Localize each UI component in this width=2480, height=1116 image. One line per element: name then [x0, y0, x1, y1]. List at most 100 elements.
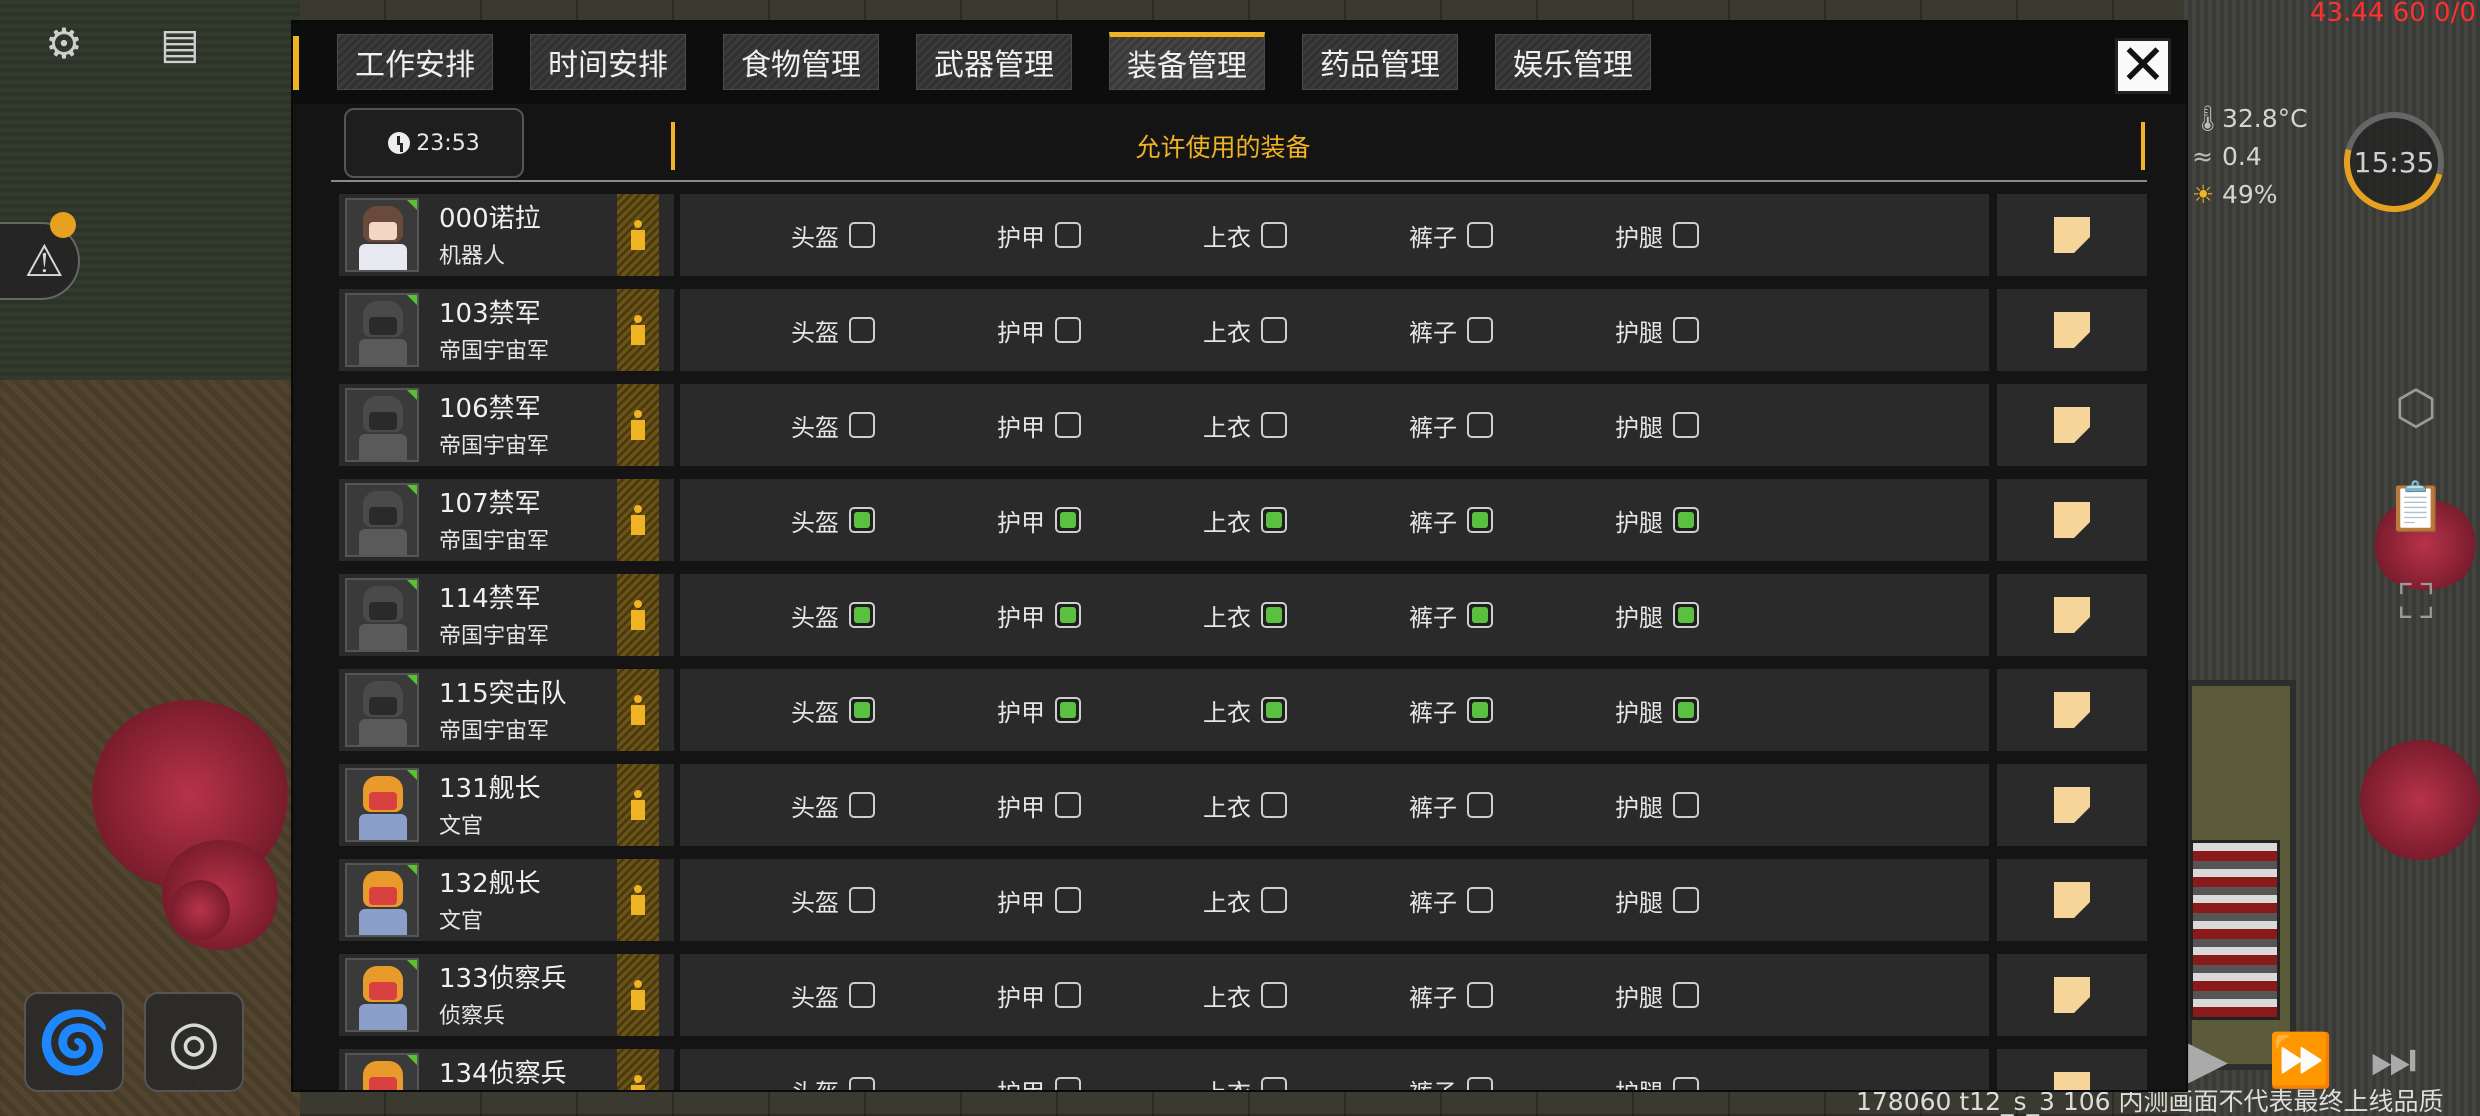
assign-person-button[interactable] — [617, 764, 659, 846]
assign-person-button[interactable] — [617, 289, 659, 371]
gear-checkbox[interactable] — [1055, 982, 1081, 1008]
colonist-avatar[interactable] — [345, 388, 419, 462]
note-button[interactable] — [1997, 954, 2147, 1036]
gear-checkbox[interactable] — [1055, 317, 1081, 343]
assign-person-button[interactable] — [617, 574, 659, 656]
colonist-info[interactable]: 133侦察兵 侦察兵 — [339, 954, 674, 1036]
close-button[interactable]: ✕ — [2115, 38, 2171, 94]
day-clock[interactable]: 15:35 — [2325, 93, 2463, 231]
colonist-avatar[interactable] — [345, 578, 419, 652]
gear-checkbox[interactable] — [1467, 412, 1493, 438]
colonist-avatar[interactable] — [345, 293, 419, 367]
gear-checkbox[interactable] — [1055, 887, 1081, 913]
colonist-avatar[interactable] — [345, 958, 419, 1032]
gear-checkbox[interactable] — [849, 1077, 875, 1090]
assign-person-button[interactable] — [617, 954, 659, 1036]
tab-food[interactable]: 食物管理 — [723, 34, 879, 90]
gear-checkbox[interactable] — [1261, 697, 1287, 723]
gear-checkbox[interactable] — [1055, 697, 1081, 723]
assign-person-button[interactable] — [617, 669, 659, 751]
gear-checkbox[interactable] — [1055, 602, 1081, 628]
gear-checkbox[interactable] — [1261, 412, 1287, 438]
gear-checkbox[interactable] — [849, 887, 875, 913]
orbit-icon[interactable]: ◎ — [144, 992, 244, 1092]
note-button[interactable] — [1997, 194, 2147, 276]
cube-icon[interactable]: ⬡ — [2388, 380, 2444, 436]
gear-checkbox[interactable] — [1055, 222, 1081, 248]
gear-checkbox[interactable] — [849, 507, 875, 533]
note-button[interactable] — [1997, 1049, 2147, 1090]
colonist-info[interactable]: 134侦察兵 — [339, 1049, 674, 1090]
note-button[interactable] — [1997, 289, 2147, 371]
gear-checkbox[interactable] — [1673, 602, 1699, 628]
chat-icon[interactable]: ▤ — [150, 18, 210, 68]
gear-checkbox[interactable] — [1055, 507, 1081, 533]
gear-checkbox[interactable] — [849, 602, 875, 628]
gear-checkbox[interactable] — [1467, 887, 1493, 913]
note-button[interactable] — [1997, 764, 2147, 846]
settings-gear-icon[interactable]: ⚙ — [34, 18, 94, 68]
gear-checkbox[interactable] — [1261, 507, 1287, 533]
scan-icon[interactable]: ⛶ — [2388, 574, 2444, 630]
gear-checkbox[interactable] — [1673, 222, 1699, 248]
tab-weapons[interactable]: 武器管理 — [916, 34, 1072, 90]
clipboard-icon[interactable]: 📋 — [2386, 478, 2446, 535]
colonist-info[interactable]: 115突击队 帝国宇宙军 — [339, 669, 674, 751]
assign-person-button[interactable] — [617, 384, 659, 466]
gear-checkbox[interactable] — [1261, 1077, 1287, 1090]
gear-checkbox[interactable] — [1055, 412, 1081, 438]
gear-checkbox[interactable] — [849, 697, 875, 723]
colonist-info[interactable]: 107禁军 帝国宇宙军 — [339, 479, 674, 561]
colonist-avatar[interactable] — [345, 198, 419, 272]
gear-checkbox[interactable] — [1673, 792, 1699, 818]
colonist-avatar[interactable] — [345, 1053, 419, 1090]
colonist-info[interactable]: 132舰长 文官 — [339, 859, 674, 941]
gear-checkbox[interactable] — [849, 792, 875, 818]
gear-checkbox[interactable] — [1261, 887, 1287, 913]
gear-checkbox[interactable] — [1467, 507, 1493, 533]
warning-button[interactable]: ⚠ — [0, 212, 80, 300]
assign-person-button[interactable] — [617, 194, 659, 276]
gear-checkbox[interactable] — [1261, 222, 1287, 248]
tab-equipment[interactable]: 装备管理 — [1109, 32, 1265, 90]
assign-person-button[interactable] — [617, 1049, 659, 1090]
colonist-avatar[interactable] — [345, 673, 419, 747]
gear-checkbox[interactable] — [1673, 507, 1699, 533]
gear-checkbox[interactable] — [1673, 887, 1699, 913]
colonist-info[interactable]: 114禁军 帝国宇宙军 — [339, 574, 674, 656]
note-button[interactable] — [1997, 669, 2147, 751]
gear-checkbox[interactable] — [1055, 792, 1081, 818]
gear-checkbox[interactable] — [1261, 317, 1287, 343]
note-button[interactable] — [1997, 859, 2147, 941]
gear-checkbox[interactable] — [1467, 222, 1493, 248]
colonist-avatar[interactable] — [345, 768, 419, 842]
colonist-avatar[interactable] — [345, 863, 419, 937]
tab-schedule[interactable]: 时间安排 — [530, 34, 686, 90]
gear-checkbox[interactable] — [1673, 1077, 1699, 1090]
gear-checkbox[interactable] — [849, 317, 875, 343]
assign-person-button[interactable] — [617, 479, 659, 561]
tab-recreation[interactable]: 娱乐管理 — [1495, 34, 1651, 90]
note-button[interactable] — [1997, 574, 2147, 656]
gear-checkbox[interactable] — [1673, 982, 1699, 1008]
gear-checkbox[interactable] — [1261, 792, 1287, 818]
gear-checkbox[interactable] — [1673, 317, 1699, 343]
colonist-avatar[interactable] — [345, 483, 419, 557]
gear-checkbox[interactable] — [1467, 317, 1493, 343]
assign-person-button[interactable] — [617, 859, 659, 941]
gear-checkbox[interactable] — [1467, 697, 1493, 723]
gear-checkbox[interactable] — [1055, 1077, 1081, 1090]
gear-checkbox[interactable] — [1673, 697, 1699, 723]
gear-checkbox[interactable] — [849, 412, 875, 438]
colonist-info[interactable]: 103禁军 帝国宇宙军 — [339, 289, 674, 371]
gear-checkbox[interactable] — [1467, 602, 1493, 628]
time-chip[interactable]: 23:53 — [344, 108, 524, 178]
gear-checkbox[interactable] — [1467, 982, 1493, 1008]
colonist-info[interactable]: 106禁军 帝国宇宙军 — [339, 384, 674, 466]
colonist-info[interactable]: 000诺拉 机器人 — [339, 194, 674, 276]
gear-checkbox[interactable] — [849, 982, 875, 1008]
colonist-info[interactable]: 131舰长 文官 — [339, 764, 674, 846]
gear-checkbox[interactable] — [1261, 982, 1287, 1008]
galaxy-icon[interactable]: 🌀 — [24, 992, 124, 1092]
gear-checkbox[interactable] — [1467, 792, 1493, 818]
